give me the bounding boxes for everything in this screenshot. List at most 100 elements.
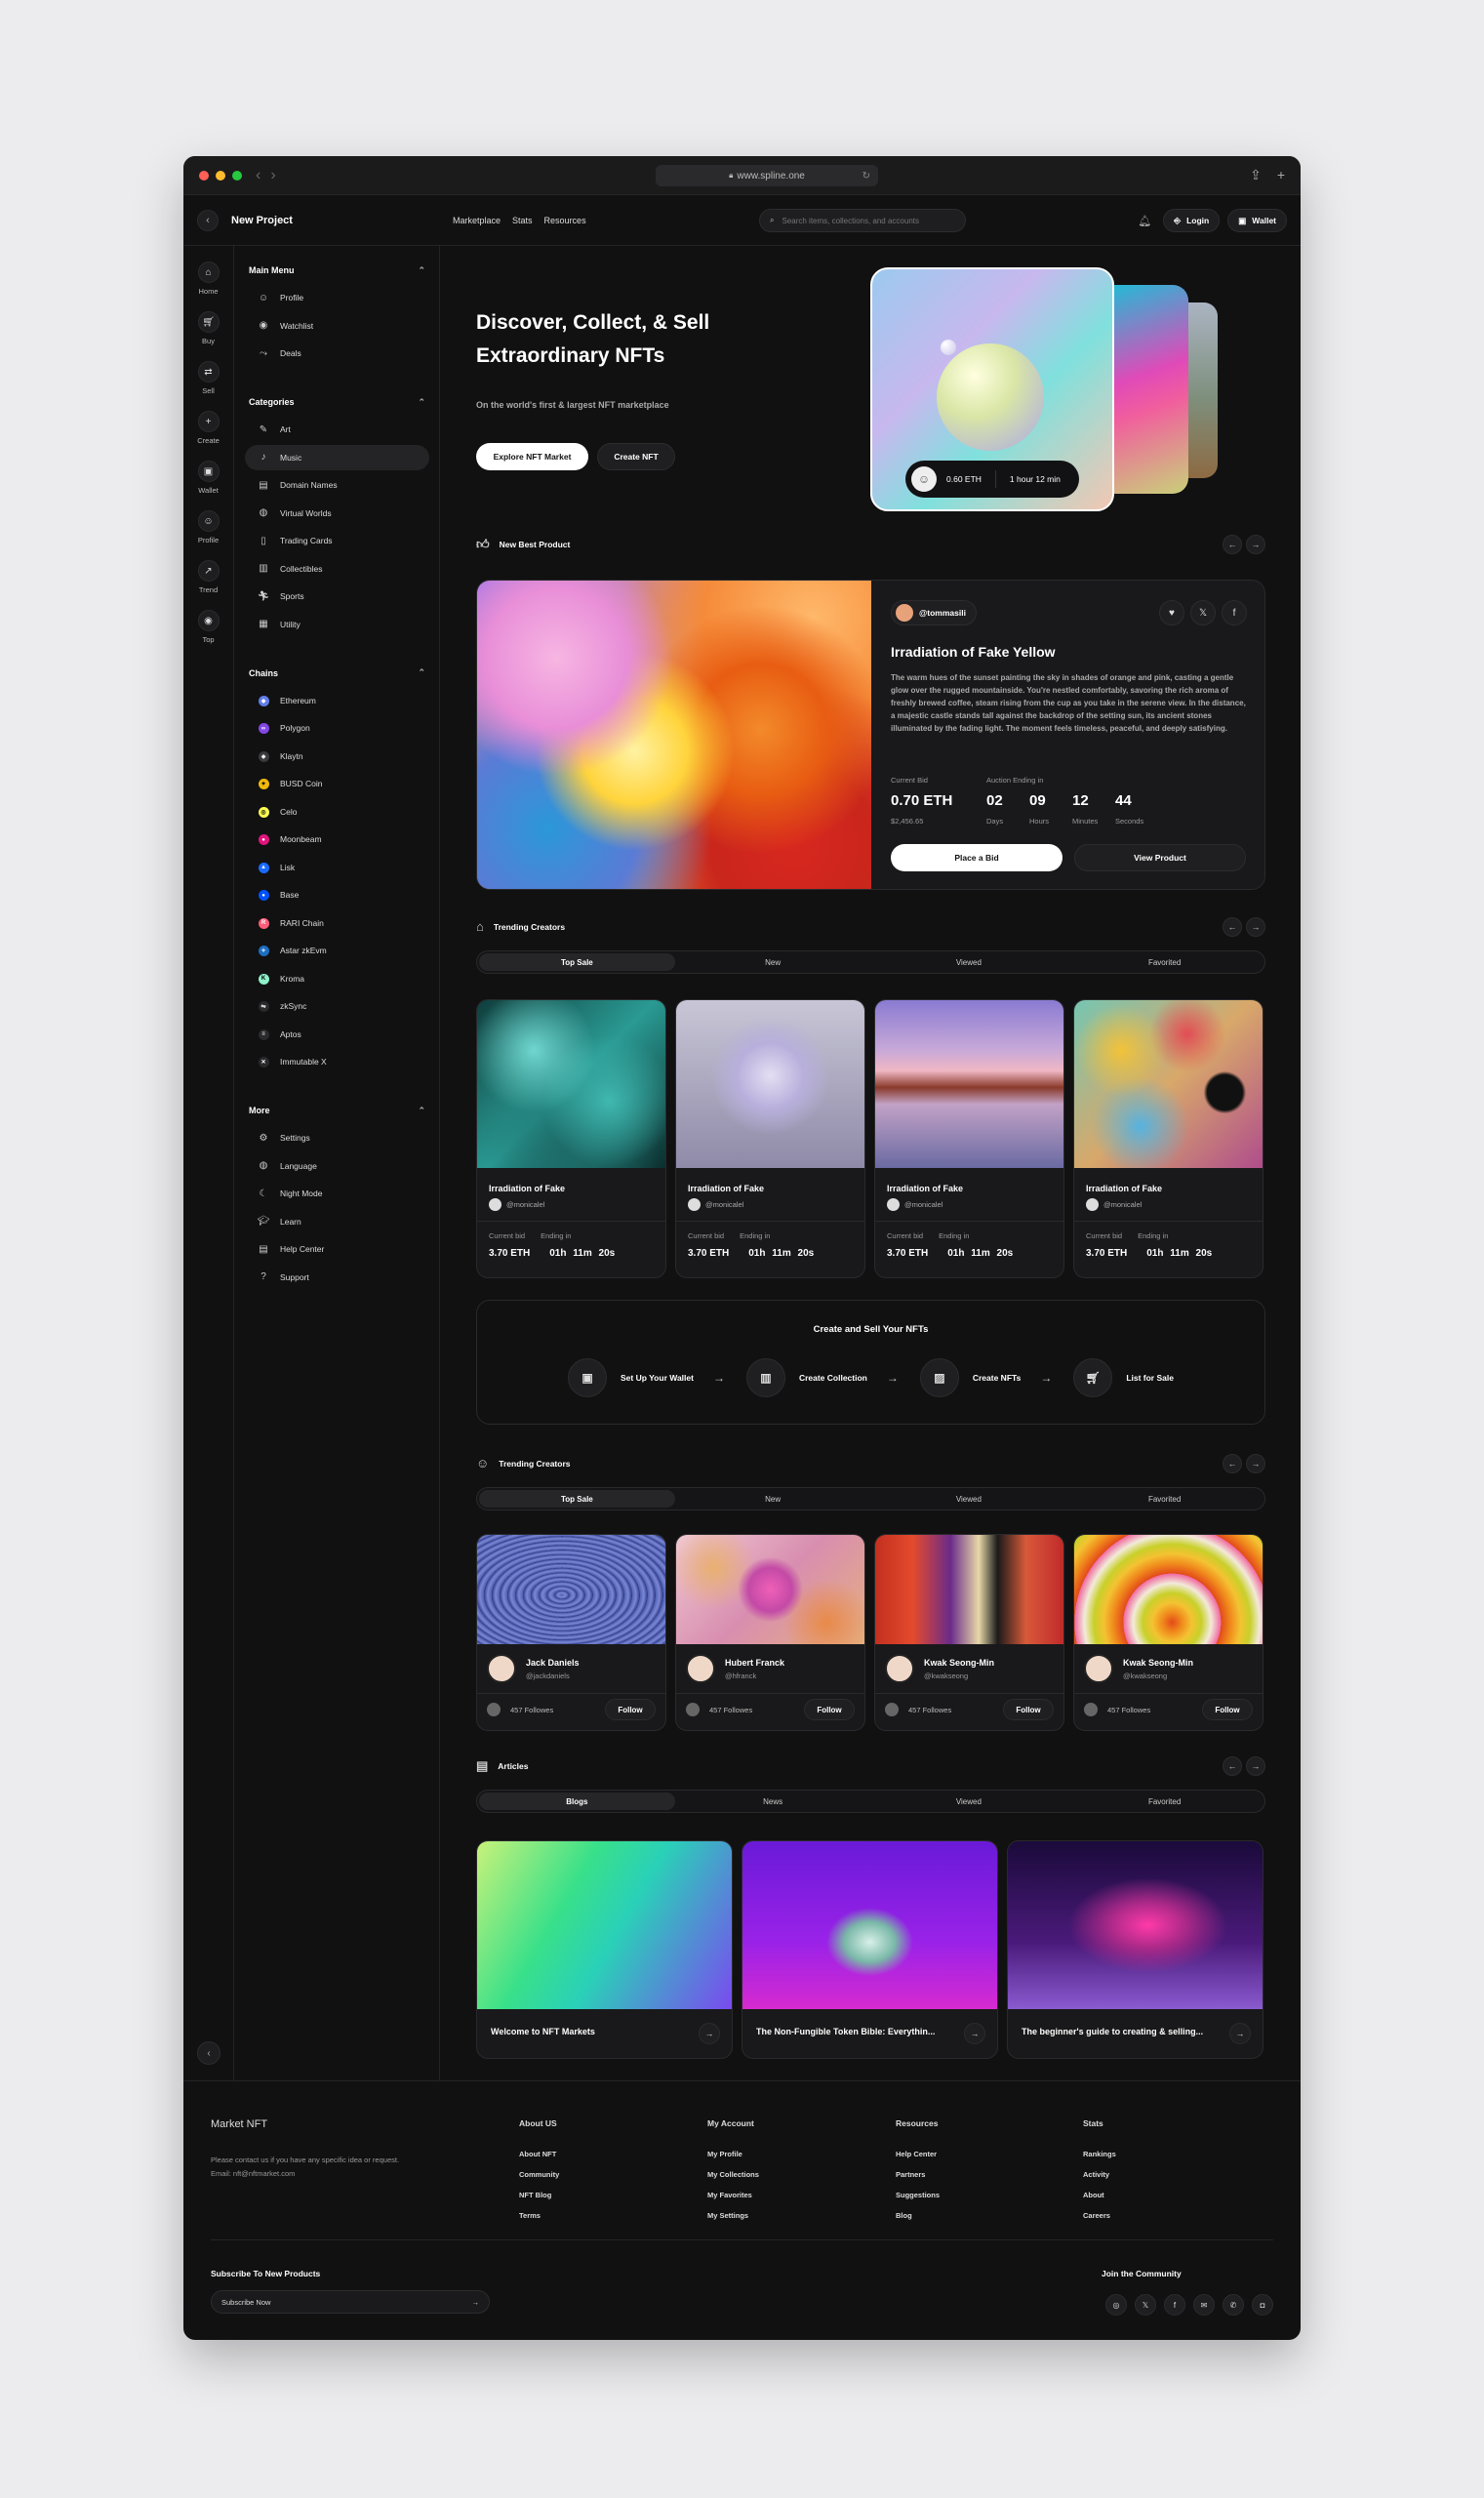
hero-card-main[interactable]: ☺ 0.60 ETH 1 hour 12 min (870, 267, 1114, 511)
nft-card[interactable]: Irradiation of Fake @monicalel Current b… (1073, 999, 1263, 1278)
chain-base[interactable]: ● Base (245, 882, 429, 907)
footer-link[interactable]: Blog (896, 2211, 940, 2220)
chain-astar[interactable]: ✧ Astar zkEvm (245, 938, 429, 963)
sidebar-item-language[interactable]: ◍ Language (245, 1153, 429, 1179)
rail-top[interactable]: ◉ Top (183, 610, 233, 644)
sidebar-item-night-mode[interactable]: ☾ Night Mode (245, 1181, 429, 1206)
follow-button[interactable]: Follow (804, 1699, 855, 1720)
arrow-left-icon[interactable]: ← (1223, 1454, 1242, 1473)
step-wallet[interactable]: ▣ Set Up Your Wallet → (568, 1358, 725, 1397)
rail-sell[interactable]: ⇄ Sell (183, 361, 233, 395)
follow-button[interactable]: Follow (605, 1699, 656, 1720)
footer-link[interactable]: Community (519, 2170, 559, 2179)
article-card[interactable]: The beginner's guide to creating & selli… (1007, 1840, 1263, 2059)
sidebar-item-music[interactable]: ♪ Music (245, 444, 429, 470)
chain-rari[interactable]: R RARI Chain (245, 910, 429, 936)
creator-card[interactable]: Jack Daniels @jackdaniels 457 Followes F… (476, 1534, 666, 1731)
sidebar-item-help-center[interactable]: ▤ Help Center (245, 1236, 429, 1262)
back-button[interactable]: ‹ (197, 209, 219, 231)
chain-busd[interactable]: ✦ BUSD Coin (245, 771, 429, 796)
share-icon[interactable]: ⇪ (1250, 167, 1262, 183)
article-card[interactable]: Welcome to NFT Markets → (476, 1840, 733, 2059)
footer-link[interactable]: About NFT (519, 2150, 559, 2158)
close-dot[interactable] (199, 170, 209, 181)
creator-card[interactable]: Kwak Seong-Min @kwakseong 457 Followes F… (874, 1534, 1064, 1731)
best-product-image[interactable] (477, 581, 871, 889)
footer-link[interactable]: Terms (519, 2211, 559, 2220)
follow-button[interactable]: Follow (1003, 1699, 1054, 1720)
chain-polygon[interactable]: ∞ Polygon (245, 715, 429, 741)
tab-news[interactable]: News (675, 1793, 871, 1810)
sidebar-item-profile[interactable]: ☺ Profile (245, 285, 429, 310)
new-tab-icon[interactable]: + (1277, 167, 1285, 183)
arrow-right-icon[interactable]: → (1246, 1454, 1265, 1473)
sidebar-item-learn[interactable]: 🎓︎ Learn (245, 1209, 429, 1234)
nft-card[interactable]: Irradiation of Fake @monicalel Current b… (874, 999, 1064, 1278)
arrow-right-icon[interactable]: → (1246, 917, 1265, 937)
forward-icon[interactable]: › (270, 167, 275, 184)
subscribe-input[interactable]: Subscribe Now → (211, 2290, 490, 2314)
chain-celo[interactable]: ◎ Celo (245, 799, 429, 825)
arrow-right-icon[interactable]: → (964, 2023, 985, 2044)
tab-blogs[interactable]: Blogs (479, 1793, 675, 1810)
collapse-sidebar-button[interactable]: ‹ (197, 2041, 221, 2065)
explore-button[interactable]: Explore NFT Market (476, 443, 588, 470)
nav-stats[interactable]: Stats (512, 216, 533, 225)
mail-icon[interactable]: ✉ (1193, 2294, 1215, 2316)
whatsapp-icon[interactable]: ✆ (1223, 2294, 1244, 2316)
view-product-button[interactable]: View Product (1074, 844, 1246, 871)
footer-link[interactable]: My Favorites (707, 2191, 759, 2199)
arrow-left-icon[interactable]: ← (1223, 917, 1242, 937)
footer-link[interactable]: My Profile (707, 2150, 759, 2158)
facebook-icon[interactable]: f (1164, 2294, 1185, 2316)
chain-lisk[interactable]: ▲ Lisk (245, 855, 429, 880)
step-create-nfts[interactable]: ▨ Create NFTs → (919, 1358, 1052, 1397)
author-chip[interactable]: @tommasili (891, 600, 977, 625)
step-collection[interactable]: ▥ Create Collection → (745, 1358, 899, 1397)
reload-icon[interactable]: ↻ (862, 171, 870, 181)
tab-viewed[interactable]: Viewed (871, 1793, 1067, 1810)
rail-create[interactable]: + Create (183, 411, 233, 445)
nft-card[interactable]: Irradiation of Fake @monicalel Current b… (675, 999, 865, 1278)
tab-favorited[interactable]: Favorited (1066, 1793, 1263, 1810)
maximize-dot[interactable] (232, 170, 242, 181)
sidebar-item-deals[interactable]: ⤳ Deals (245, 341, 429, 366)
arrow-left-icon[interactable]: ← (1223, 535, 1242, 554)
step-list-sale[interactable]: 🛒︎ List for Sale (1073, 1358, 1174, 1397)
create-nft-button[interactable]: Create NFT (597, 443, 675, 470)
tab-viewed[interactable]: Viewed (871, 953, 1067, 971)
rail-buy[interactable]: 🛒︎ Buy (183, 311, 233, 345)
x-icon[interactable]: 𝕏 (1135, 2294, 1156, 2316)
arrow-right-icon[interactable]: → (1246, 1756, 1265, 1776)
instagram-icon[interactable]: ◎ (1105, 2294, 1127, 2316)
tab-new[interactable]: New (675, 1490, 871, 1508)
tab-favorited[interactable]: Favorited (1066, 953, 1263, 971)
footer-link[interactable]: My Collections (707, 2170, 759, 2179)
heart-icon[interactable]: ♥ (1159, 600, 1184, 625)
chain-moonbeam[interactable]: ● Moonbeam (245, 826, 429, 852)
login-button[interactable]: ⎆ Login (1163, 209, 1221, 232)
chain-klaytn[interactable]: ◈ Klaytn (245, 744, 429, 769)
sidebar-item-settings[interactable]: ⚙ Settings (245, 1125, 429, 1150)
address-bar[interactable]: 🔒︎ www.spline.one ↻ (656, 165, 878, 186)
sidebar-item-trading-cards[interactable]: ▯ Trading Cards (245, 528, 429, 553)
footer-link[interactable]: Suggestions (896, 2191, 940, 2199)
arrow-right-icon[interactable]: → (1229, 2023, 1251, 2044)
article-card[interactable]: The Non-Fungible Token Bible: Everythin.… (742, 1840, 998, 2059)
more-header[interactable]: More ⌃ (249, 1104, 425, 1117)
main-menu-header[interactable]: Main Menu ⌃ (249, 263, 425, 277)
sidebar-item-watchlist[interactable]: ◉ Watchlist (245, 313, 429, 339)
search-input[interactable] (782, 216, 948, 225)
arrow-right-icon[interactable]: → (472, 2298, 480, 2307)
footer-link[interactable]: Activity (1083, 2170, 1116, 2179)
follow-button[interactable]: Follow (1202, 1699, 1253, 1720)
footer-link[interactable]: NFT Blog (519, 2191, 559, 2199)
footer-link[interactable]: About (1083, 2191, 1116, 2199)
tab-new[interactable]: New (675, 953, 871, 971)
chain-immutable[interactable]: ✕ Immutable X (245, 1049, 429, 1074)
place-bid-button[interactable]: Place a Bid (891, 844, 1063, 871)
wallet-button[interactable]: ▣ Wallet (1227, 209, 1287, 232)
x-icon[interactable]: 𝕏 (1190, 600, 1216, 625)
sidebar-item-support[interactable]: ? Support (245, 1265, 429, 1290)
rail-wallet[interactable]: ▣ Wallet (183, 461, 233, 495)
